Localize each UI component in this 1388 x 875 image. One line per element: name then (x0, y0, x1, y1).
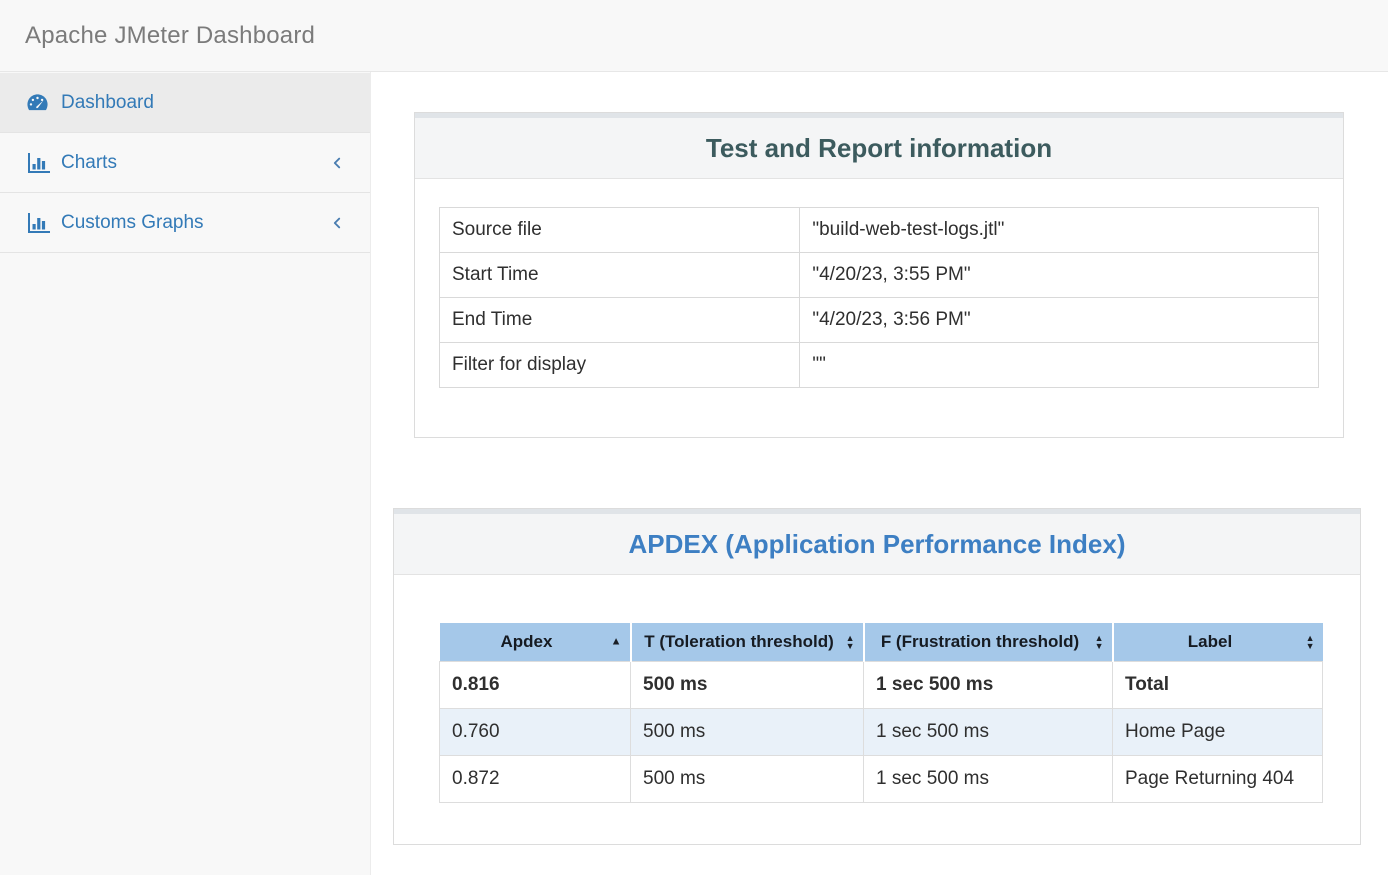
sidebar-item-customs-graphs[interactable]: Customs Graphs (0, 193, 370, 253)
panel-heading: Test and Report information (415, 113, 1343, 179)
sort-icon[interactable]: ▲ ▼ (1306, 634, 1315, 650)
frustration-value: 1 sec 500 ms (864, 661, 1113, 708)
sort-ascending-icon[interactable]: ▲ (611, 636, 622, 647)
sidebar-item-charts[interactable]: Charts (0, 133, 370, 193)
sidebar-item-dashboard[interactable]: Dashboard (0, 73, 370, 133)
sidebar-item-label: Customs Graphs (61, 212, 330, 234)
table-row: 0.760 500 ms 1 sec 500 ms Home Page (440, 708, 1323, 755)
info-value: "4/20/23, 3:55 PM" (800, 253, 1319, 298)
sidebar-item-label: Charts (61, 152, 330, 174)
column-header-toleration[interactable]: T (Toleration threshold) ▲ ▼ (631, 623, 864, 661)
tachometer-icon (26, 92, 52, 114)
sort-icon[interactable]: ▲ ▼ (846, 634, 855, 650)
info-value: "build-web-test-logs.jtl" (800, 208, 1319, 253)
app-header: Apache JMeter Dashboard (0, 0, 1388, 72)
panel-apdex: APDEX (Application Performance Index) Ap… (393, 508, 1361, 845)
main-content: Test and Report information Source file … (370, 72, 1388, 875)
sidebar-item-label: Dashboard (61, 92, 346, 114)
info-label: Start Time (440, 253, 800, 298)
toleration-value: 500 ms (631, 708, 864, 755)
toleration-value: 500 ms (631, 755, 864, 802)
frustration-value: 1 sec 500 ms (864, 708, 1113, 755)
triangle-down-icon: ▼ (1306, 642, 1315, 650)
frustration-value: 1 sec 500 ms (864, 755, 1113, 802)
toleration-value: 500 ms (631, 661, 864, 708)
bar-chart-icon (26, 212, 52, 234)
column-header-apdex[interactable]: Apdex ▲ (440, 623, 631, 661)
column-label: F (Frustration threshold) (881, 632, 1079, 651)
apdex-table: Apdex ▲ T (Toleration threshold) ▲ ▼ (439, 623, 1323, 803)
info-value: "" (800, 343, 1319, 388)
column-label: Apdex (501, 632, 553, 651)
column-label: Label (1188, 632, 1232, 651)
table-row: Filter for display "" (440, 343, 1319, 388)
panel-test-report-info: Test and Report information Source file … (414, 112, 1344, 438)
info-label: Filter for display (440, 343, 800, 388)
info-label: Source file (440, 208, 800, 253)
table-row: Source file "build-web-test-logs.jtl" (440, 208, 1319, 253)
sort-icon[interactable]: ▲ ▼ (1095, 634, 1104, 650)
info-value: "4/20/23, 3:56 PM" (800, 298, 1319, 343)
triangle-down-icon: ▼ (846, 642, 855, 650)
test-info-table: Source file "build-web-test-logs.jtl" St… (439, 207, 1319, 388)
bar-chart-icon (26, 152, 52, 174)
apdex-value: 0.816 (440, 661, 631, 708)
chevron-left-icon (330, 216, 344, 230)
apdex-value: 0.760 (440, 708, 631, 755)
app-title: Apache JMeter Dashboard (25, 22, 315, 50)
table-row: 0.872 500 ms 1 sec 500 ms Page Returning… (440, 755, 1323, 802)
apdex-value: 0.872 (440, 755, 631, 802)
label-value: Page Returning 404 (1113, 755, 1323, 802)
panel-title-test-report-info: Test and Report information (706, 133, 1052, 164)
table-row: Start Time "4/20/23, 3:55 PM" (440, 253, 1319, 298)
label-value: Total (1113, 661, 1323, 708)
column-label: T (Toleration threshold) (644, 632, 834, 651)
info-label: End Time (440, 298, 800, 343)
table-row: End Time "4/20/23, 3:56 PM" (440, 298, 1319, 343)
triangle-down-icon: ▼ (1095, 642, 1104, 650)
sidebar: Dashboard Charts Customs (0, 73, 370, 875)
column-header-label[interactable]: Label ▲ ▼ (1113, 623, 1323, 661)
chevron-left-icon (330, 156, 344, 170)
panel-heading: APDEX (Application Performance Index) (394, 509, 1360, 575)
panel-title-apdex: APDEX (Application Performance Index) (629, 529, 1126, 560)
table-row: 0.816 500 ms 1 sec 500 ms Total (440, 661, 1323, 708)
triangle-up-icon: ▲ (611, 636, 622, 647)
label-value: Home Page (1113, 708, 1323, 755)
apdex-header-row: Apdex ▲ T (Toleration threshold) ▲ ▼ (440, 623, 1323, 661)
column-header-frustration[interactable]: F (Frustration threshold) ▲ ▼ (864, 623, 1113, 661)
apdex-table-container: Apdex ▲ T (Toleration threshold) ▲ ▼ (394, 575, 1360, 803)
test-info-table-container: Source file "build-web-test-logs.jtl" St… (415, 179, 1343, 388)
